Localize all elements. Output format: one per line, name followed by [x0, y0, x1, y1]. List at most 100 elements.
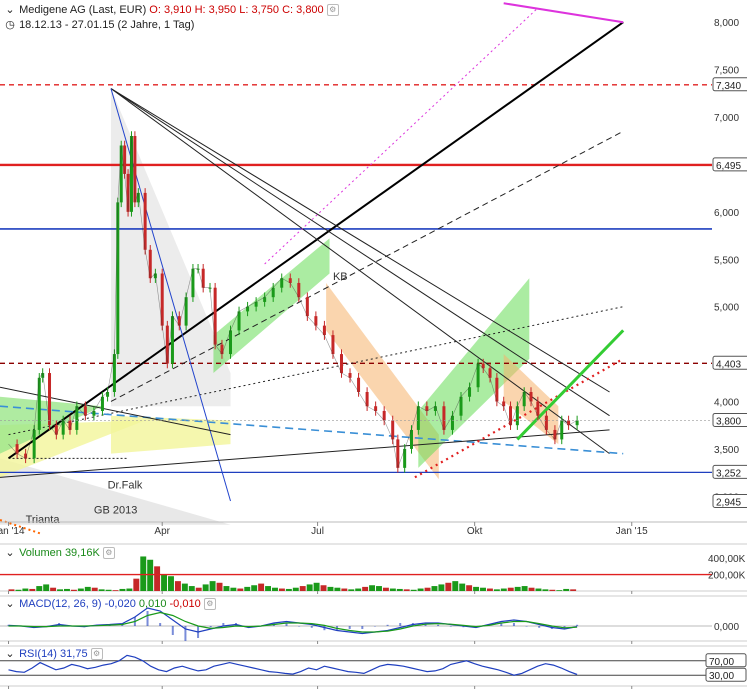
volume-bar	[126, 588, 133, 591]
volume-bar	[36, 586, 43, 591]
volume-bar	[507, 587, 514, 591]
macd-tick-label: 0,000	[714, 622, 739, 633]
volume-bar	[285, 588, 292, 591]
volume-bar	[77, 588, 84, 591]
volume-bar	[278, 588, 285, 591]
macd-histogram-bar	[525, 626, 528, 627]
volume-bar	[549, 589, 556, 591]
chevron-down-icon[interactable]: ⌄	[4, 597, 16, 610]
macd-value-3: -0,010	[169, 598, 201, 610]
volume-bar	[154, 566, 161, 591]
y-tick-label: 5,500	[714, 255, 739, 266]
volume-bar	[334, 587, 341, 591]
volume-bar	[8, 589, 15, 591]
volume-bar	[445, 582, 452, 591]
volume-value: 39,16K	[64, 547, 100, 559]
rsi-tick-label: 70,00	[709, 657, 734, 668]
gear-icon[interactable]: ⚙	[203, 598, 216, 611]
volume-bar	[147, 559, 154, 591]
volume-bar	[486, 588, 493, 591]
volume-bar	[50, 587, 57, 591]
volume-bar	[188, 586, 195, 591]
chevron-down-icon[interactable]: ⌄	[4, 546, 16, 559]
volume-bar	[22, 588, 29, 591]
volume-bar	[98, 589, 105, 591]
volume-bar	[174, 581, 181, 591]
volume-bar	[57, 589, 64, 591]
price-candle	[129, 136, 133, 212]
price-candle	[123, 145, 127, 174]
magenta-dotted-line	[264, 7, 539, 265]
volume-bar	[251, 585, 258, 591]
volume-bar	[452, 581, 459, 591]
volume-bar	[195, 587, 202, 591]
macd-value-1: -0,020	[104, 598, 136, 610]
y-tick-label: 7,000	[714, 113, 739, 124]
volume-bar	[535, 588, 542, 591]
price-badge-label: 6,495	[716, 161, 741, 172]
macd-histogram-bar	[310, 626, 313, 628]
macd-histogram-bar	[512, 623, 515, 626]
volume-bar	[140, 556, 147, 591]
volume-bar	[480, 587, 486, 591]
macd-histogram-bar	[146, 611, 149, 626]
volume-bar	[230, 587, 237, 591]
volume-bar	[161, 574, 168, 591]
volume-bar	[556, 590, 563, 591]
volume-bar	[327, 586, 334, 591]
volume-label: Volumen	[19, 547, 62, 559]
volume-bar	[362, 586, 369, 591]
gear-icon[interactable]: ⚙	[102, 547, 115, 560]
rsi-tick-label: 30,00	[709, 671, 734, 682]
rsi-header: ⌄ RSI(14) 31,75 ⚙	[4, 647, 103, 661]
x-tick-label: Jan '14	[0, 526, 25, 537]
chevron-down-icon[interactable]: ⌄	[4, 647, 16, 660]
volume-bar	[43, 584, 50, 591]
price-chart[interactable]: KB Dr.Falk GB 2013 Trianta 8,000 7,500 7,000 6,…	[0, 0, 747, 689]
chart-annotation: GB 2013	[94, 504, 137, 516]
macd-histogram-bar	[449, 626, 452, 627]
volume-bar	[70, 589, 77, 591]
gear-icon[interactable]: ⚙	[90, 648, 103, 661]
volume-bar	[341, 588, 348, 591]
volume-bar	[105, 589, 112, 591]
volume-tick-label: 400,00K	[708, 554, 746, 565]
volume-bar	[313, 582, 320, 591]
volume-bar	[521, 586, 528, 591]
volume-bar	[237, 588, 244, 591]
volume-bar	[403, 589, 410, 591]
volume-bar	[355, 588, 362, 591]
volume-bar	[84, 586, 91, 591]
y-tick-label: 7,500	[714, 66, 739, 77]
volume-bar	[431, 586, 438, 591]
price-badge-label: 7,340	[716, 81, 741, 92]
macd-histogram-bar	[159, 623, 162, 626]
volume-bar	[320, 585, 327, 591]
volume-bar	[417, 588, 424, 591]
volume-bar	[424, 587, 431, 591]
volume-bar	[306, 584, 313, 591]
volume-bar	[369, 585, 376, 591]
volume-bar	[493, 589, 500, 591]
volume-bar	[500, 588, 507, 591]
magenta-line	[503, 2, 624, 24]
chart-annotation: Dr.Falk	[108, 480, 143, 492]
y-tick-label: 6,000	[714, 208, 739, 219]
volume-bar	[382, 587, 389, 591]
price-candle	[170, 316, 174, 364]
volume-bar	[466, 585, 473, 591]
volume-bar	[209, 581, 216, 591]
price-badge-label: 2,945	[716, 498, 741, 509]
macd-histogram-bar	[437, 624, 440, 626]
volume-header: ⌄ Volumen 39,16K ⚙	[4, 546, 115, 560]
volume-bar	[91, 587, 98, 591]
macd-histogram-bar	[386, 624, 389, 626]
volume-bar	[410, 589, 417, 591]
volume-bar	[438, 584, 445, 591]
y-tick-label: 5,000	[714, 303, 739, 314]
macd-histogram-bar	[373, 626, 376, 627]
y-tick-label: 3,500	[714, 445, 739, 456]
volume-bar	[376, 586, 382, 591]
volume-bar	[133, 578, 140, 591]
volume-bar	[542, 589, 549, 591]
